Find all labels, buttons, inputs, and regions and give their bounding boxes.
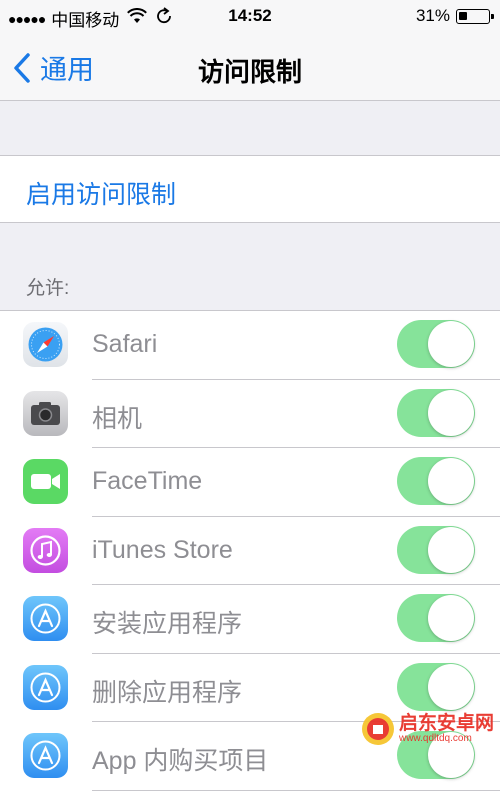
itunes-store-toggle[interactable]	[397, 525, 475, 574]
toggle-knob	[428, 595, 474, 641]
facetime-icon	[23, 459, 68, 504]
page-title: 访问限制	[197, 57, 302, 87]
list-item-facetime: FaceTime	[0, 448, 500, 517]
watermark-title: 启东安卓网	[398, 712, 494, 734]
list-item-install-apps: 安装应用程序	[0, 585, 500, 654]
camera-icon	[23, 390, 68, 436]
toggle-knob	[428, 663, 474, 710]
app-label: Safari	[92, 330, 158, 358]
install-apps-toggle[interactable]	[397, 594, 475, 642]
status-bar: ●●●●● 中国移动 14:52 31%	[0, 0, 500, 32]
navigation-bar: 通用 访问限制	[0, 32, 500, 101]
app-label: App 内购买项目	[92, 747, 269, 775]
app-label: FaceTime	[92, 467, 203, 495]
battery-percent: 31%	[415, 6, 450, 25]
safari-toggle[interactable]	[397, 320, 475, 368]
itunes-store-icon	[23, 527, 68, 573]
status-right: 31%	[415, 6, 494, 26]
facetime-toggle[interactable]	[397, 457, 475, 505]
battery-icon	[456, 8, 494, 24]
watermark-logo-icon	[361, 712, 395, 746]
app-label: iTunes Store	[92, 535, 233, 564]
list-item-camera: 相机	[0, 380, 500, 448]
app-label: 删除应用程序	[92, 678, 243, 707]
enable-restrictions-label: 启用访问限制	[26, 181, 177, 209]
camera-toggle[interactable]	[397, 388, 475, 437]
toggle-knob	[428, 321, 474, 367]
battery-fill	[459, 11, 467, 20]
section-header-allow: 允许:	[26, 278, 70, 299]
toggle-knob	[428, 526, 474, 573]
list-item-safari: Safari	[0, 311, 500, 380]
safari-icon	[23, 322, 68, 367]
watermark-text: 启东安卓网 www.qdltdq.com	[398, 712, 494, 744]
toggle-knob	[428, 389, 474, 436]
delete-apps-toggle[interactable]	[397, 662, 475, 711]
watermark: 启东安卓网 www.qdltdq.com	[361, 712, 494, 746]
enable-restrictions-cell[interactable]: 启用访问限制	[0, 155, 500, 223]
app-store-icon	[23, 596, 68, 641]
app-label: 相机	[92, 404, 143, 433]
app-store-icon	[23, 664, 68, 710]
app-label: 安装应用程序	[92, 610, 243, 638]
app-store-icon	[23, 733, 68, 778]
toggle-knob	[428, 458, 474, 504]
list-item-itunes-store: iTunes Store	[0, 517, 500, 585]
row-divider	[92, 789, 500, 791]
watermark-url: www.qdltdq.com	[398, 732, 472, 744]
